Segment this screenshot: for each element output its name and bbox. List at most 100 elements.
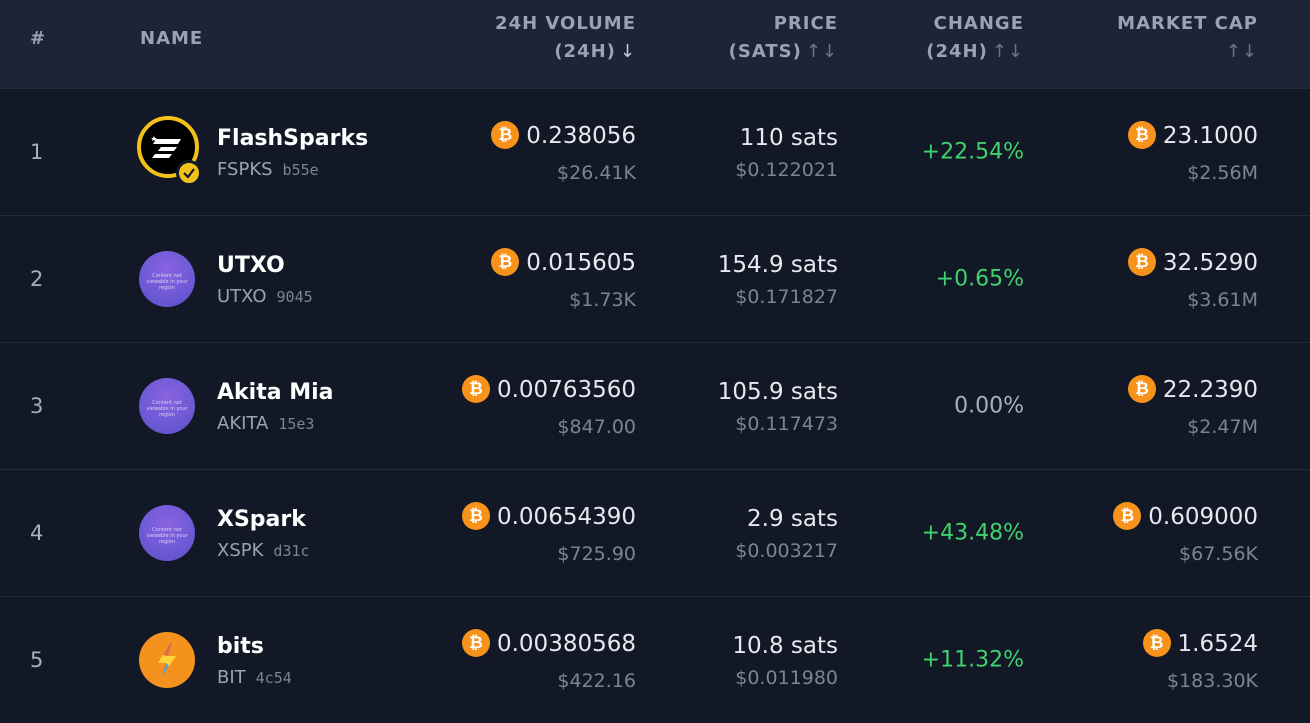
sort-desc-icon[interactable]: ↓	[620, 41, 636, 62]
token-id: 4c54	[255, 669, 292, 687]
volume-btc-value: 0.238056	[526, 123, 636, 149]
bitcoin-icon: ₿	[1127, 248, 1156, 276]
token-id: b55e	[282, 161, 319, 179]
volume-usd: $725.90	[557, 543, 636, 565]
volume-btc: ₿ 0.238056	[491, 121, 636, 149]
header-price-line1: PRICE	[773, 13, 838, 34]
header-price-line2: (SATS)	[728, 41, 802, 62]
table-row[interactable]: 1 FlashSparks FSPKS b55e ₿ 0.238056 $26.41…	[0, 88, 1310, 215]
header-mcap-line1: MARKET CAP	[1117, 13, 1258, 34]
row-rank: 5	[30, 648, 44, 672]
price-sats: 154.9 sats	[717, 252, 838, 278]
row-rank: 2	[30, 267, 44, 291]
price-sats: 110 sats	[739, 125, 838, 151]
price-usd: $0.003217	[735, 540, 838, 562]
token-symbol: AKITA	[217, 413, 269, 434]
bitcoin-icon: ₿	[1127, 121, 1156, 149]
token-name[interactable]: Akita Mia	[217, 380, 334, 405]
market-cap-btc: ₿ 32.5290	[1127, 248, 1258, 276]
bits-logo	[139, 632, 195, 688]
volume-btc: ₿ 0.00380568	[461, 629, 636, 657]
change-24h: +0.65%	[935, 266, 1024, 292]
change-24h: +22.54%	[921, 139, 1024, 165]
header-market-cap[interactable]: MARKET CAP ↑↓	[1117, 10, 1258, 66]
volume-btc-value: 0.00380568	[496, 631, 636, 657]
token-name[interactable]: bits	[217, 634, 264, 659]
price-sats: 2.9 sats	[747, 506, 838, 532]
price-usd: $0.011980	[735, 667, 838, 689]
volume-btc: ₿ 0.00763560	[461, 375, 636, 403]
bitcoin-icon: ₿	[461, 502, 490, 530]
volume-btc-value: 0.015605	[526, 250, 636, 276]
lightning-bolt-icon	[158, 643, 176, 677]
verified-badge-icon	[176, 160, 202, 186]
change-24h: 0.00%	[954, 393, 1024, 419]
token-symbol: UTXO	[217, 286, 267, 307]
sort-toggle-icon[interactable]: ↑↓	[992, 41, 1024, 62]
token-name[interactable]: FlashSparks	[217, 126, 368, 151]
avatar-unavailable-text: Content not viewable in your region	[146, 400, 188, 418]
market-cap-usd: $3.61M	[1187, 289, 1258, 311]
row-rank: 4	[30, 521, 44, 545]
token-id: d31c	[273, 542, 310, 560]
price-sats: 10.8 sats	[732, 633, 838, 659]
market-cap-btc-value: 0.609000	[1148, 504, 1258, 530]
market-cap-btc-value: 32.5290	[1162, 250, 1258, 276]
token-symbol: BIT	[217, 667, 246, 688]
market-cap-usd: $2.47M	[1187, 416, 1258, 438]
token-symbol-line: AKITA 15e3	[217, 413, 314, 434]
market-cap-btc-value: 22.2390	[1162, 377, 1258, 403]
token-symbol: XSPK	[217, 540, 264, 561]
table-row[interactable]: 2 Content not viewable in your region UT…	[0, 215, 1310, 342]
header-volume-line2: (24H)	[554, 41, 616, 62]
header-volume-line1: 24H VOLUME	[495, 13, 636, 34]
market-cap-btc: ₿ 0.609000	[1113, 502, 1258, 530]
volume-btc-value: 0.00763560	[496, 377, 636, 403]
token-avatar: Content not viewable in your region	[139, 505, 195, 561]
market-cap-usd: $67.56K	[1179, 543, 1258, 565]
token-symbol-line: FSPKS b55e	[217, 159, 319, 180]
token-symbol-line: BIT 4c54	[217, 667, 292, 688]
market-cap-usd: $2.56M	[1187, 162, 1258, 184]
header-price[interactable]: PRICE (SATS) ↑↓	[729, 10, 838, 66]
change-24h: +11.32%	[921, 647, 1024, 673]
bitcoin-icon: ₿	[491, 121, 520, 149]
token-name[interactable]: XSpark	[217, 507, 306, 532]
bitcoin-icon: ₿	[1142, 629, 1171, 657]
volume-usd: $847.00	[557, 416, 636, 438]
table-row[interactable]: 3 Content not viewable in your region Ak…	[0, 342, 1310, 469]
market-cap-btc-value: 1.6524	[1177, 631, 1258, 657]
token-name[interactable]: UTXO	[217, 253, 285, 278]
change-24h: +43.48%	[921, 520, 1024, 546]
sort-toggle-icon[interactable]: ↑↓	[806, 41, 838, 62]
price-usd: $0.122021	[735, 159, 838, 181]
token-symbol: FSPKS	[217, 159, 273, 180]
token-id: 9045	[276, 288, 313, 306]
token-avatar: Content not viewable in your region	[139, 378, 195, 434]
market-cap-btc: ₿ 23.1000	[1127, 121, 1258, 149]
token-symbol-line: UTXO 9045	[217, 286, 313, 307]
volume-usd: $422.16	[557, 670, 636, 692]
bitcoin-icon: ₿	[461, 629, 490, 657]
token-symbol-line: XSPK d31c	[217, 540, 310, 561]
market-cap-btc: ₿ 1.6524	[1142, 629, 1258, 657]
bitcoin-icon: ₿	[491, 248, 520, 276]
token-table: # NAME 24H VOLUME (24H) ↓ PRICE (SATS) ↑↓ …	[0, 0, 1310, 723]
header-rank: #	[30, 28, 47, 49]
header-volume[interactable]: 24H VOLUME (24H) ↓	[495, 10, 636, 66]
volume-btc: ₿ 0.015605	[491, 248, 636, 276]
bitcoin-icon: ₿	[1127, 375, 1156, 403]
token-avatar: Content not viewable in your region	[139, 251, 195, 307]
volume-usd: $1.73K	[569, 289, 636, 311]
table-row[interactable]: 4 Content not viewable in your region XS…	[0, 469, 1310, 596]
header-change[interactable]: CHANGE (24H) ↑↓	[926, 10, 1024, 66]
market-cap-usd: $183.30K	[1166, 670, 1258, 692]
table-header: # NAME 24H VOLUME (24H) ↓ PRICE (SATS) ↑↓ …	[0, 0, 1310, 88]
table-row[interactable]: 5 bits BIT 4c54 ₿ 0.00380568 $422.16 10.8 …	[0, 596, 1310, 723]
price-usd: $0.117473	[735, 413, 838, 435]
market-cap-btc: ₿ 22.2390	[1127, 375, 1258, 403]
volume-btc: ₿ 0.00654390	[461, 502, 636, 530]
sort-toggle-icon[interactable]: ↑↓	[1226, 41, 1258, 62]
row-rank: 3	[30, 394, 44, 418]
header-name: NAME	[140, 28, 204, 49]
